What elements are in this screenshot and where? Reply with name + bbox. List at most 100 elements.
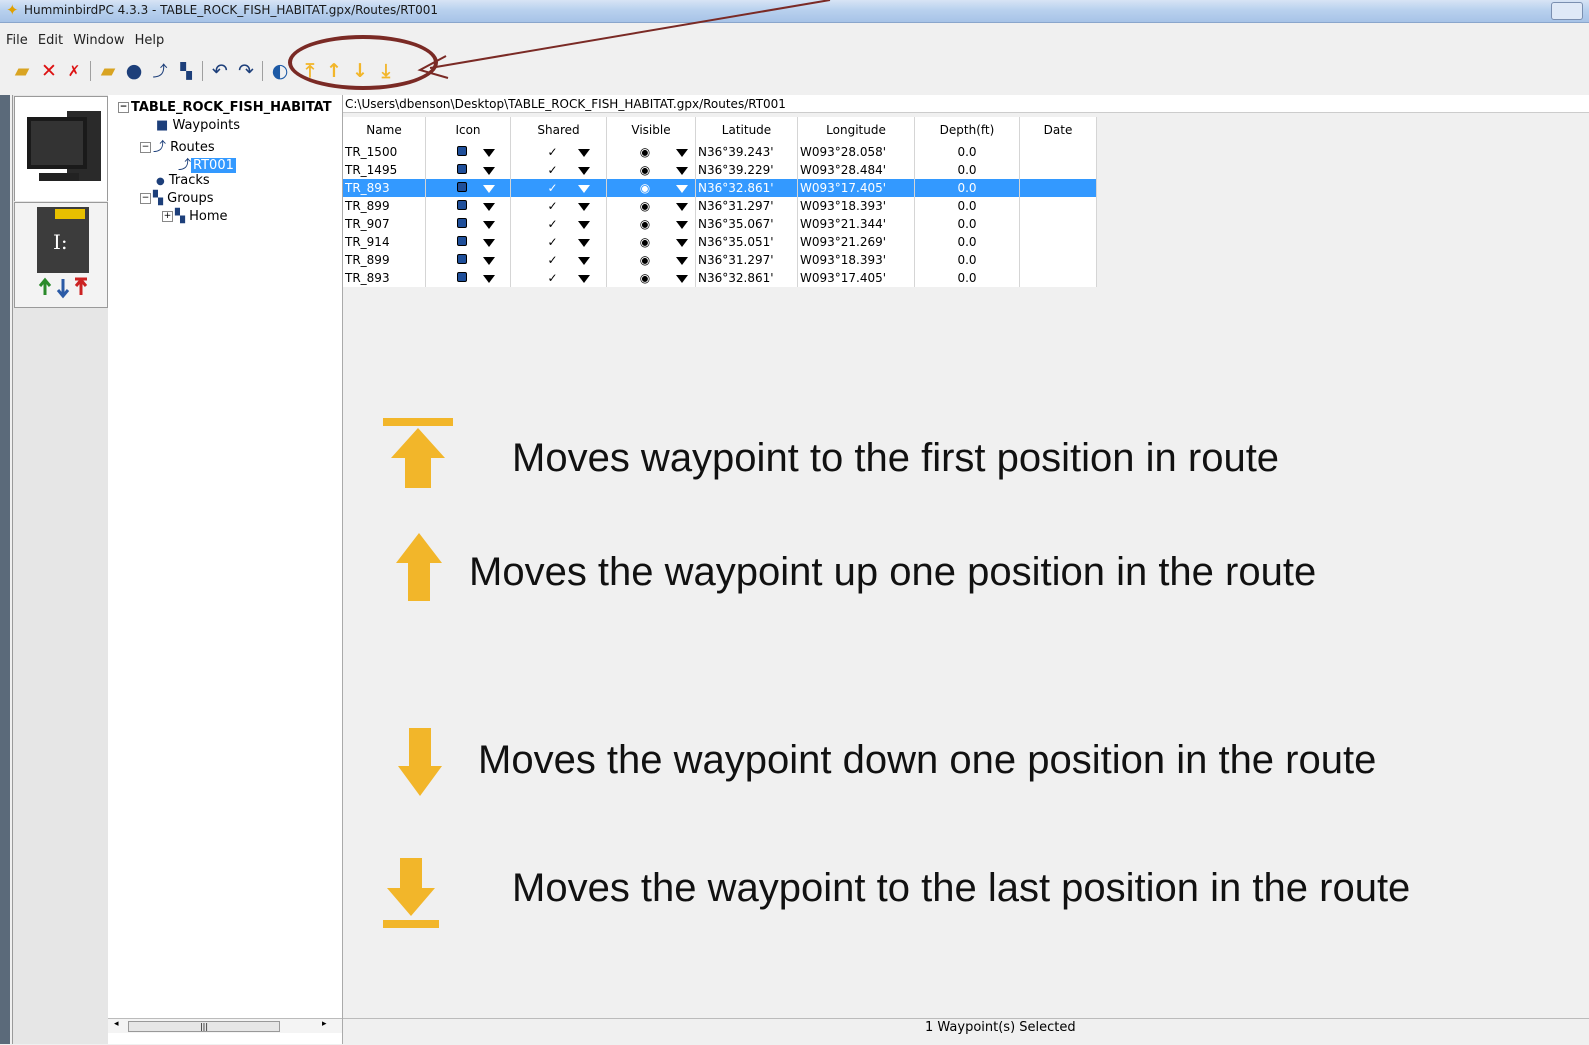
cell-visible[interactable]: ◉ xyxy=(606,179,696,197)
check-icon[interactable]: ✓ xyxy=(528,199,578,213)
cell-date[interactable] xyxy=(1019,161,1097,179)
cell-date[interactable] xyxy=(1019,233,1097,251)
cell-icon[interactable] xyxy=(425,197,511,215)
cell-name[interactable]: TR_907 xyxy=(343,215,426,233)
column-header[interactable]: Latitude xyxy=(695,117,798,143)
cell-longitude[interactable]: W093°28.484' xyxy=(797,161,915,179)
table-row[interactable]: TR_899 ✓ ◉ N36°31.297' W093°18.393' 0.0 xyxy=(343,197,1097,215)
dropdown-arrow-icon[interactable] xyxy=(577,274,590,283)
cell-date[interactable] xyxy=(1019,251,1097,269)
cell-name[interactable]: TR_893 xyxy=(343,179,426,197)
tree-item-groups[interactable]: − ▚ Groups xyxy=(140,191,214,206)
cell-latitude[interactable]: N36°31.297' xyxy=(695,197,798,215)
dropdown-arrow-icon[interactable] xyxy=(676,274,688,283)
cell-longitude[interactable]: W093°17.405' xyxy=(797,179,915,197)
cell-latitude[interactable]: N36°35.051' xyxy=(695,233,798,251)
cell-shared[interactable]: ✓ xyxy=(510,251,607,269)
cell-visible[interactable]: ◉ xyxy=(606,269,696,287)
cell-icon[interactable] xyxy=(425,215,511,233)
cell-visible[interactable]: ◉ xyxy=(606,197,696,215)
dropdown-arrow-icon[interactable] xyxy=(676,238,688,247)
sd-card-tab[interactable]: I: xyxy=(14,202,108,308)
cell-date[interactable] xyxy=(1019,179,1097,197)
tree-item-routes[interactable]: − ⤴ Routes xyxy=(140,136,215,155)
check-icon[interactable]: ✓ xyxy=(528,163,578,177)
cell-icon[interactable] xyxy=(425,143,511,161)
cell-shared[interactable]: ✓ xyxy=(510,179,607,197)
table-row[interactable]: TR_907 ✓ ◉ N36°35.067' W093°21.344' 0.0 xyxy=(343,215,1097,233)
tree-item-home[interactable]: + ▚ Home xyxy=(162,209,228,224)
cell-date[interactable] xyxy=(1019,143,1097,161)
dropdown-arrow-icon[interactable] xyxy=(676,202,688,211)
cell-shared[interactable]: ✓ xyxy=(510,143,607,161)
table-row[interactable]: TR_1500 ✓ ◉ N36°39.243' W093°28.058' 0.0 xyxy=(343,143,1097,161)
cell-name[interactable]: TR_1495 xyxy=(343,161,426,179)
cell-depth[interactable]: 0.0 xyxy=(914,251,1020,269)
scroll-thumb[interactable]: ||| xyxy=(128,1021,280,1032)
cell-latitude[interactable]: N36°32.861' xyxy=(695,269,798,287)
cell-depth[interactable]: 0.0 xyxy=(914,215,1020,233)
table-row[interactable]: TR_899 ✓ ◉ N36°31.297' W093°18.393' 0.0 xyxy=(343,251,1097,269)
cell-date[interactable] xyxy=(1019,269,1097,287)
cell-shared[interactable]: ✓ xyxy=(510,233,607,251)
eye-icon[interactable]: ◉ xyxy=(614,271,676,285)
dropdown-arrow-icon[interactable] xyxy=(676,184,688,193)
dropdown-arrow-icon[interactable] xyxy=(577,202,590,211)
dropdown-arrow-icon[interactable] xyxy=(483,148,495,157)
dropdown-arrow-icon[interactable] xyxy=(577,148,590,157)
cell-longitude[interactable]: W093°18.393' xyxy=(797,251,915,269)
pc-device-tab[interactable] xyxy=(14,96,108,201)
dropdown-arrow-icon[interactable] xyxy=(483,220,495,229)
tree-item-tracks[interactable]: ● Tracks xyxy=(156,173,210,188)
check-icon[interactable]: ✓ xyxy=(528,235,578,249)
cell-name[interactable]: TR_899 xyxy=(343,197,426,215)
eye-icon[interactable]: ◉ xyxy=(614,235,676,249)
dropdown-arrow-icon[interactable] xyxy=(676,148,688,157)
cell-depth[interactable]: 0.0 xyxy=(914,269,1020,287)
cell-icon[interactable] xyxy=(425,179,511,197)
cell-latitude[interactable]: N36°32.861' xyxy=(695,179,798,197)
eye-icon[interactable]: ◉ xyxy=(614,217,676,231)
cell-longitude[interactable]: W093°28.058' xyxy=(797,143,915,161)
dropdown-arrow-icon[interactable] xyxy=(577,256,590,265)
column-header[interactable]: Visible xyxy=(606,117,696,143)
cell-latitude[interactable]: N36°35.067' xyxy=(695,215,798,233)
cell-longitude[interactable]: W093°21.344' xyxy=(797,215,915,233)
cell-latitude[interactable]: N36°31.297' xyxy=(695,251,798,269)
table-row[interactable]: TR_914 ✓ ◉ N36°35.051' W093°21.269' 0.0 xyxy=(343,233,1097,251)
cell-icon[interactable] xyxy=(425,161,511,179)
check-icon[interactable]: ✓ xyxy=(528,145,578,159)
cell-depth[interactable]: 0.0 xyxy=(914,179,1020,197)
check-icon[interactable]: ✓ xyxy=(528,217,578,231)
dropdown-arrow-icon[interactable] xyxy=(483,256,495,265)
dropdown-arrow-icon[interactable] xyxy=(676,220,688,229)
dropdown-arrow-icon[interactable] xyxy=(577,166,590,175)
eye-icon[interactable]: ◉ xyxy=(614,199,676,213)
column-header[interactable]: Date xyxy=(1019,117,1097,143)
dropdown-arrow-icon[interactable] xyxy=(483,184,495,193)
eye-icon[interactable]: ◉ xyxy=(614,181,676,195)
check-icon[interactable]: ✓ xyxy=(528,181,578,195)
column-header[interactable]: Name xyxy=(343,117,426,143)
tree-item-rt001[interactable]: ⤴ RT001 xyxy=(178,154,236,173)
cell-longitude[interactable]: W093°18.393' xyxy=(797,197,915,215)
cell-depth[interactable]: 0.0 xyxy=(914,197,1020,215)
dropdown-arrow-icon[interactable] xyxy=(676,166,688,175)
cell-name[interactable]: TR_1500 xyxy=(343,143,426,161)
cell-name[interactable]: TR_914 xyxy=(343,233,426,251)
cell-date[interactable] xyxy=(1019,197,1097,215)
cell-icon[interactable] xyxy=(425,269,511,287)
cell-depth[interactable]: 0.0 xyxy=(914,233,1020,251)
table-row[interactable]: TR_893 ✓ ◉ N36°32.861' W093°17.405' 0.0 xyxy=(343,269,1097,287)
tree-root[interactable]: − TABLE_ROCK_FISH_HABITAT xyxy=(118,100,332,115)
cell-depth[interactable]: 0.0 xyxy=(914,161,1020,179)
cell-latitude[interactable]: N36°39.243' xyxy=(695,143,798,161)
cell-name[interactable]: TR_899 xyxy=(343,251,426,269)
dropdown-arrow-icon[interactable] xyxy=(483,274,495,283)
dropdown-arrow-icon[interactable] xyxy=(577,184,590,193)
table-row[interactable]: TR_893 ✓ ◉ N36°32.861' W093°17.405' 0.0 xyxy=(343,179,1097,197)
cell-depth[interactable]: 0.0 xyxy=(914,143,1020,161)
cell-name[interactable]: TR_893 xyxy=(343,269,426,287)
cell-visible[interactable]: ◉ xyxy=(606,233,696,251)
eye-icon[interactable]: ◉ xyxy=(614,253,676,267)
